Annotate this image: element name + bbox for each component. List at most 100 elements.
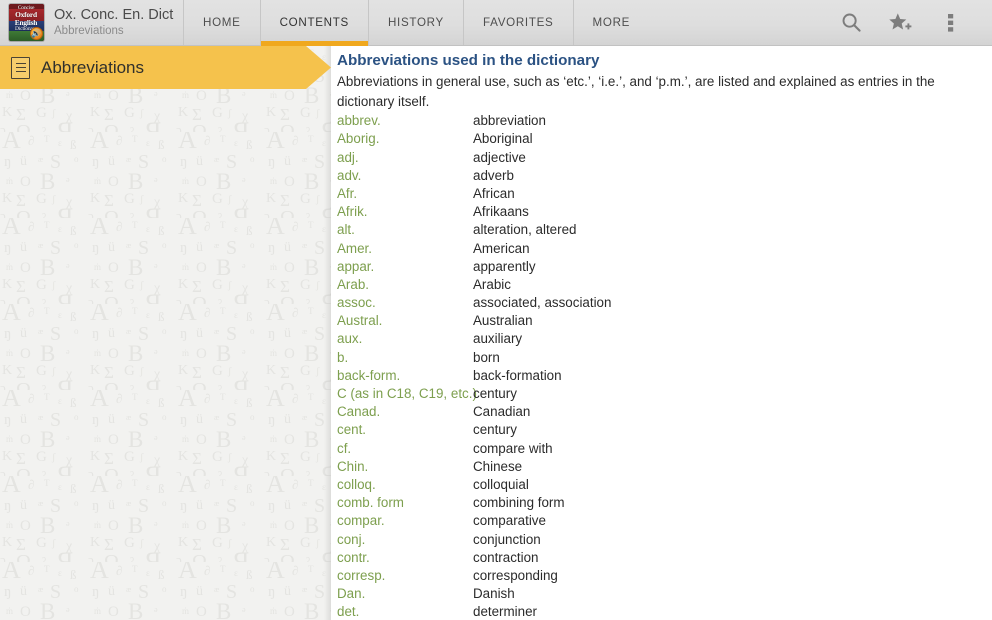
abbreviation-term: contr. — [337, 549, 370, 565]
abbreviation-definition: conjunction — [473, 531, 541, 547]
abbreviation-definition: alteration, altered — [473, 222, 577, 238]
abbreviation-term: Austral. — [337, 313, 383, 329]
abbreviation-row: contr. contraction — [337, 549, 984, 567]
abbreviation-term: Chin. — [337, 458, 369, 474]
tab-more[interactable]: MORE — [572, 0, 650, 45]
sidebar-watermark-texture: A ∂ T ε ß ŋ ü æ S ο ṁ O B ə K — [0, 46, 331, 620]
abbreviation-definition: Danish — [473, 586, 515, 602]
abbreviation-definition: corresponding — [473, 567, 558, 583]
nav-tabs: HOME CONTENTS HISTORY FAVORITES MORE — [177, 0, 826, 46]
abbreviation-definition: Arabic — [473, 276, 511, 292]
abbreviation-term: cent. — [337, 422, 367, 438]
abbreviation-row: b. born — [337, 349, 984, 367]
abbreviation-row: compar. comparative — [337, 512, 984, 530]
speaker-icon: 🔊 — [29, 27, 43, 40]
abbreviation-term: Afr. — [337, 185, 358, 201]
abbreviation-term: adj. — [337, 149, 359, 165]
add-favorite-button[interactable] — [876, 0, 926, 46]
abbreviation-row: abbrev. abbreviation — [337, 112, 984, 130]
tab-home[interactable]: HOME — [183, 0, 260, 45]
abbreviation-definition: compare with — [473, 440, 553, 456]
abbreviation-row: assoc. associated, association — [337, 294, 984, 312]
abbreviation-term: Afrik. — [337, 204, 368, 220]
abbreviation-row: Chin. Chinese — [337, 458, 984, 476]
oxford-dictionary-app-icon[interactable]: Concise Oxford English Dictionary 🔊 — [8, 4, 44, 41]
abbreviation-row: det. determiner — [337, 603, 984, 620]
search-button[interactable] — [826, 0, 876, 46]
dictionary-app-window: Concise Oxford English Dictionary 🔊 Ox. … — [0, 0, 992, 620]
abbreviation-definition: determiner — [473, 604, 538, 620]
tab-favorites-label: FAVORITES — [482, 16, 554, 29]
abbreviation-row: adv. adverb — [337, 167, 984, 185]
abbreviation-row: cf. compare with — [337, 440, 984, 458]
abbreviation-row: appar. apparently — [337, 258, 984, 276]
app-title: Ox. Conc. En. Dict — [54, 7, 174, 23]
abbreviation-term: cf. — [337, 440, 352, 456]
abbreviation-row: colloq. colloquial — [337, 476, 984, 494]
tab-history-label: HISTORY — [387, 16, 444, 29]
abbreviation-definition: Aboriginal — [473, 131, 533, 147]
abbreviation-definition: contraction — [473, 549, 539, 565]
abbreviation-term: conj. — [337, 531, 366, 547]
abbreviation-row: corresp. corresponding — [337, 567, 984, 585]
abbreviation-definition: Canadian — [473, 404, 531, 420]
abbreviation-row: Afrik. Afrikaans — [337, 203, 984, 221]
intro-paragraph: Abbreviations in general use, such as ‘e… — [337, 74, 935, 109]
tab-more-label: MORE — [592, 16, 631, 29]
abbreviation-definition: American — [473, 240, 530, 256]
abbreviation-term: comb. form — [337, 495, 404, 511]
abbreviation-term: appar. — [337, 258, 375, 274]
abbreviation-term: alt. — [337, 222, 355, 238]
add-favorite-icon — [889, 12, 912, 29]
tab-history[interactable]: HISTORY — [367, 0, 463, 45]
action-buttons — [826, 0, 992, 45]
abbreviation-definition: apparently — [473, 258, 536, 274]
abbreviation-term: Aborig. — [337, 131, 380, 147]
abbreviation-term: assoc. — [337, 295, 376, 311]
abbreviation-definition: Australian — [473, 313, 533, 329]
abbreviation-term: C (as in C18, C19, etc.) — [337, 386, 477, 401]
overflow-menu-button[interactable] — [926, 0, 976, 46]
overflow-menu-icon — [948, 13, 954, 32]
abbreviation-definition: abbreviation — [473, 113, 546, 129]
abbreviation-term: Dan. — [337, 586, 366, 602]
abbreviation-term: Canad. — [337, 404, 381, 420]
sidebar-panel: A ∂ T ε ß ŋ ü æ S ο ṁ O B ə K — [0, 46, 331, 620]
abbreviation-row: comb. form combining form — [337, 494, 984, 512]
abbreviation-term: Arab. — [337, 276, 370, 292]
top-action-bar: Concise Oxford English Dictionary 🔊 Ox. … — [0, 0, 992, 46]
abbreviation-definition: combining form — [473, 495, 565, 511]
app-title-block: Ox. Conc. En. Dict Abbreviations — [52, 0, 177, 45]
abbreviation-row: Austral. Australian — [337, 312, 984, 330]
sidebar-item-abbreviations[interactable]: Abbreviations — [0, 46, 331, 89]
abbreviation-term: Amer. — [337, 240, 372, 256]
abbreviation-row: back-form. back-formation — [337, 367, 984, 385]
abbreviation-row: C (as in C18, C19, etc.) century — [337, 385, 984, 403]
app-icon-container[interactable]: Concise Oxford English Dictionary 🔊 — [0, 0, 52, 45]
page-title: Abbreviations used in the dictionary — [337, 52, 600, 69]
abbreviation-row: adj. adjective — [337, 149, 984, 167]
abbreviation-term: aux. — [337, 331, 363, 347]
abbreviation-term: adv. — [337, 167, 362, 183]
abbreviation-definition: adjective — [473, 149, 526, 165]
abbreviation-definition: comparative — [473, 513, 546, 529]
abbreviation-row: Dan. Danish — [337, 585, 984, 603]
abbreviation-row: conj. conjunction — [337, 531, 984, 549]
tab-contents[interactable]: CONTENTS — [259, 0, 369, 46]
abbreviation-definition: century — [473, 386, 517, 401]
abbreviation-row: alt. alteration, altered — [337, 221, 984, 239]
abbreviation-definition: Afrikaans — [473, 204, 529, 220]
abbreviation-row: Canad. Canadian — [337, 403, 984, 421]
abbreviation-row: Arab. Arabic — [337, 276, 984, 294]
abbreviation-term: b. — [337, 349, 349, 365]
abbreviations-list: abbrev. abbreviation Aborig. Aboriginal adj.… — [335, 112, 984, 620]
abbreviation-row: Amer. American — [337, 240, 984, 258]
sidebar-item-label: Abbreviations — [41, 57, 145, 77]
tab-home-label: HOME — [203, 16, 241, 29]
abbreviation-definition: born — [473, 349, 500, 365]
abbreviation-term: abbrev. — [337, 113, 381, 129]
document-icon — [11, 56, 30, 79]
tab-favorites[interactable]: FAVORITES — [462, 0, 573, 45]
abbreviation-term: back-form. — [337, 367, 401, 383]
content-pane: Abbreviations used in the dictionary Abb… — [331, 46, 992, 620]
